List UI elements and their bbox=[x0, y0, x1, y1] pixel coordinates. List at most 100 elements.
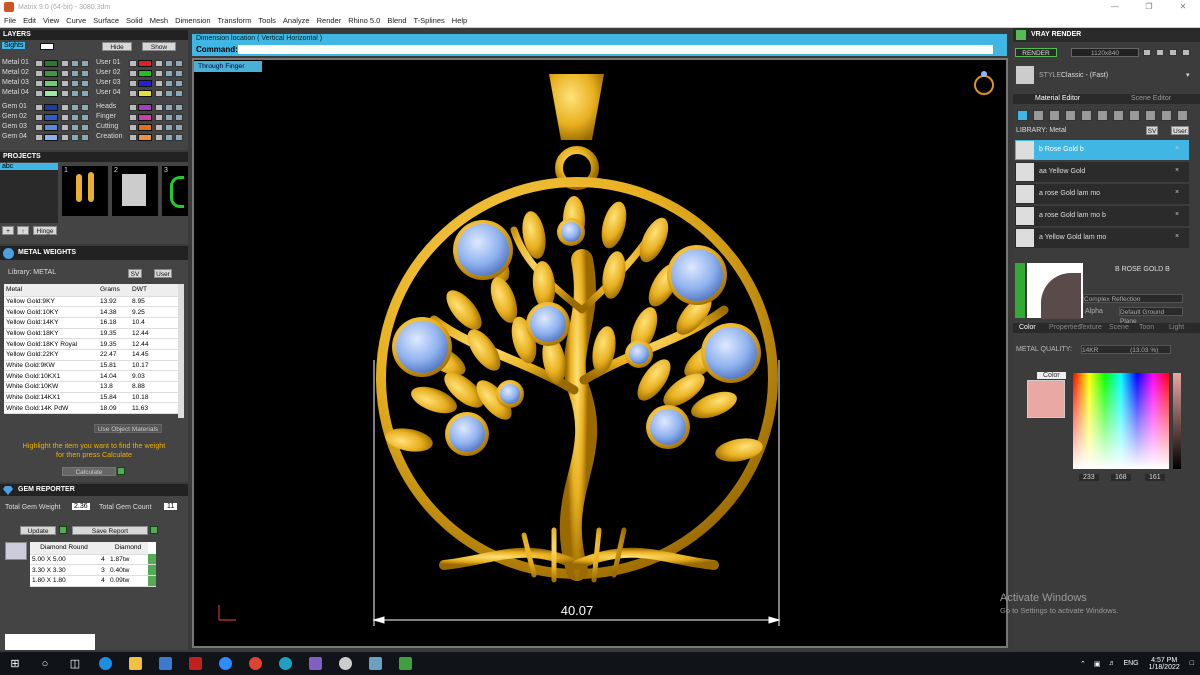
layer-visibility-icon[interactable] bbox=[35, 104, 43, 111]
menu-item[interactable]: Blend bbox=[387, 16, 406, 25]
layer-select-icon[interactable] bbox=[175, 80, 183, 87]
close-icon[interactable]: × bbox=[1175, 233, 1179, 240]
layer-color-swatch[interactable] bbox=[44, 90, 58, 97]
table-row[interactable]: White Gold:10KX1 14.04 9.03 bbox=[4, 370, 178, 382]
layer-color-swatch[interactable] bbox=[44, 114, 58, 121]
color-swatch[interactable] bbox=[1027, 380, 1065, 418]
table-row[interactable]: White Gold:14K PdW 18.09 11.63 bbox=[4, 402, 178, 415]
lock-icon[interactable] bbox=[155, 80, 163, 87]
color-g-value[interactable]: 168 bbox=[1111, 474, 1131, 481]
ring-icon[interactable] bbox=[974, 71, 994, 95]
tab-material-editor[interactable]: Material Editor bbox=[1035, 95, 1080, 102]
layer-select-icon[interactable] bbox=[175, 104, 183, 111]
layer-select-icon[interactable] bbox=[175, 124, 183, 131]
layer-visibility-icon[interactable] bbox=[129, 60, 137, 67]
vray-tool-icon[interactable] bbox=[1129, 110, 1140, 121]
lock-icon[interactable] bbox=[155, 70, 163, 77]
vray-sv-button[interactable]: SV bbox=[1146, 126, 1158, 135]
preview-toggle[interactable] bbox=[1015, 263, 1025, 318]
use-object-materials-button[interactable]: Use Object Materials bbox=[94, 424, 162, 433]
windows-start-icon[interactable]: ⊞ bbox=[0, 652, 30, 675]
material-list-item[interactable]: a rose Gold lam mo × bbox=[1015, 184, 1189, 204]
app-icon-10[interactable] bbox=[360, 652, 390, 675]
property-tab[interactable]: Properties bbox=[1049, 324, 1081, 331]
layer-select-icon[interactable] bbox=[175, 90, 183, 97]
vray-user-button[interactable]: User bbox=[1171, 126, 1189, 135]
maximize-button[interactable]: ❐ bbox=[1132, 0, 1166, 14]
layer-visibility-icon[interactable] bbox=[129, 80, 137, 87]
layer-select-icon[interactable] bbox=[165, 70, 173, 77]
calculate-go-icon[interactable] bbox=[117, 467, 125, 475]
command-input[interactable] bbox=[238, 45, 993, 54]
app-icon-7[interactable] bbox=[270, 652, 300, 675]
lock-icon[interactable] bbox=[61, 70, 69, 77]
property-tab[interactable]: Color bbox=[1019, 324, 1036, 331]
layer-select-icon[interactable] bbox=[81, 70, 89, 77]
menu-item[interactable]: Dimension bbox=[175, 16, 210, 25]
table-row[interactable]: 1.80 X 1.80 4 0.09tw bbox=[30, 575, 156, 587]
menu-item[interactable]: Mesh bbox=[150, 16, 168, 25]
menu-item[interactable]: Analyze bbox=[283, 16, 310, 25]
app-icon-4[interactable] bbox=[180, 652, 210, 675]
save-go-icon[interactable] bbox=[150, 526, 158, 534]
layer-name[interactable]: User 04 bbox=[96, 89, 121, 96]
layer-select-icon[interactable] bbox=[71, 114, 79, 121]
menu-item[interactable]: Solid bbox=[126, 16, 143, 25]
lock-icon[interactable] bbox=[61, 134, 69, 141]
layer-name[interactable]: Finger bbox=[96, 113, 116, 120]
layer-name[interactable]: Heads bbox=[96, 103, 116, 110]
app-icon-3[interactable] bbox=[150, 652, 180, 675]
layer-select-icon[interactable] bbox=[81, 134, 89, 141]
menu-item[interactable]: Curve bbox=[66, 16, 86, 25]
user-button[interactable]: User bbox=[154, 269, 172, 278]
layer-select-icon[interactable] bbox=[81, 104, 89, 111]
layer-select-icon[interactable] bbox=[175, 70, 183, 77]
lock-icon[interactable] bbox=[61, 90, 69, 97]
project-thumb-2[interactable]: 2 bbox=[112, 166, 158, 216]
app-icon-9[interactable] bbox=[330, 652, 360, 675]
brightness-slider[interactable] bbox=[1173, 373, 1181, 469]
layer-select-icon[interactable] bbox=[71, 104, 79, 111]
layer-visibility-icon[interactable] bbox=[129, 134, 137, 141]
project-thumb-3[interactable]: 3 bbox=[162, 166, 188, 216]
layer-sights[interactable]: Sights bbox=[2, 42, 26, 49]
menu-item[interactable]: Transform bbox=[218, 16, 252, 25]
lock-icon[interactable] bbox=[61, 104, 69, 111]
metal-quality-dropdown[interactable]: 14KR (13.03 %) bbox=[1081, 345, 1171, 354]
window-icon[interactable] bbox=[1182, 49, 1190, 56]
material-list-item[interactable]: a Yellow Gold lam mo × bbox=[1015, 228, 1189, 248]
color-picker-field[interactable] bbox=[1073, 373, 1169, 469]
layer-select-icon[interactable] bbox=[165, 90, 173, 97]
table-row[interactable]: 5.00 X 5.00 4 1.87tw bbox=[30, 554, 156, 566]
layer-name[interactable]: Gem 02 bbox=[2, 113, 27, 120]
menu-item[interactable]: Render bbox=[317, 16, 342, 25]
row-go-icon[interactable] bbox=[148, 554, 156, 566]
menu-item[interactable]: View bbox=[43, 16, 59, 25]
material-list-item[interactable]: b Rose Gold b × bbox=[1015, 140, 1189, 160]
close-icon[interactable]: × bbox=[1175, 189, 1179, 196]
material-list-item[interactable]: aa Yellow Gold × bbox=[1015, 162, 1189, 182]
close-icon[interactable]: × bbox=[1175, 211, 1179, 218]
vray-tool-icon[interactable] bbox=[1097, 110, 1108, 121]
col-header[interactable]: DWT bbox=[130, 284, 178, 297]
vray-tool-icon[interactable] bbox=[1081, 110, 1092, 121]
lock-icon[interactable] bbox=[61, 60, 69, 67]
property-tab[interactable]: Texture bbox=[1079, 324, 1102, 331]
style-dropdown[interactable]: Classic - (Fast) bbox=[1061, 72, 1108, 79]
layer-select-icon[interactable] bbox=[81, 90, 89, 97]
layer-color-swatch[interactable] bbox=[44, 134, 58, 141]
menu-item[interactable]: Tools bbox=[258, 16, 276, 25]
property-tab[interactable]: Scene bbox=[1109, 324, 1129, 331]
table-row[interactable]: Yellow Gold:9KY 13.92 8.95 bbox=[4, 296, 178, 308]
layer-visibility-icon[interactable] bbox=[35, 114, 43, 121]
layer-select-icon[interactable] bbox=[175, 114, 183, 121]
menu-item[interactable]: Help bbox=[452, 16, 467, 25]
hide-button[interactable]: Hide bbox=[102, 42, 132, 51]
zoom-icon[interactable] bbox=[210, 652, 240, 675]
layer-visibility-icon[interactable] bbox=[35, 90, 43, 97]
lock-icon[interactable] bbox=[155, 104, 163, 111]
menu-item[interactable]: File bbox=[4, 16, 16, 25]
show-button[interactable]: Show bbox=[142, 42, 176, 51]
layer-select-icon[interactable] bbox=[165, 134, 173, 141]
lock-icon[interactable] bbox=[155, 60, 163, 67]
